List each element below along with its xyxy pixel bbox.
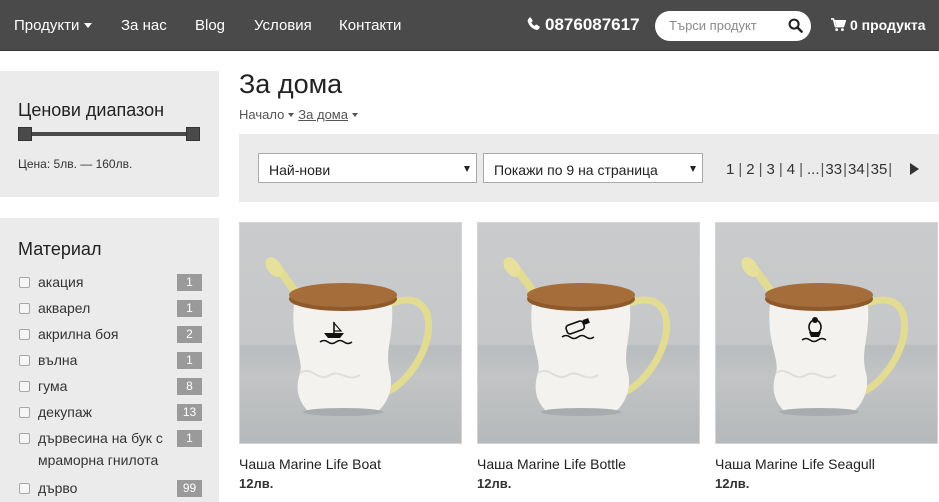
product-card[interactable]: Чаша Marine Life Seagull 12лв.: [715, 222, 938, 491]
cart-count-label: 0 продукта: [850, 17, 926, 33]
breadcrumb-current-label: За дома: [298, 107, 348, 122]
material-label: дървесина на бук с мраморна гнилота: [38, 430, 163, 468]
phone-link[interactable]: 0876087617: [526, 15, 640, 35]
material-label: акрилна боя: [38, 326, 119, 342]
material-checkbox[interactable]: [19, 433, 30, 444]
page-link[interactable]: 1: [726, 161, 734, 178]
cart-link[interactable]: 0 продукта: [831, 17, 926, 33]
material-label: вълна: [38, 352, 78, 368]
search-icon[interactable]: [788, 18, 803, 33]
material-item-watercolor[interactable]: акварел 1: [18, 300, 202, 317]
breadcrumb-home-label: Начало: [239, 107, 285, 122]
material-checkbox[interactable]: [19, 329, 30, 340]
material-checkbox[interactable]: [19, 355, 30, 366]
product-image[interactable]: [239, 222, 462, 444]
material-label: акварел: [38, 300, 91, 316]
listing-toolbar: Най-нови Покажи по 9 на страница 1 | 2 | 3 | 4…: [239, 134, 939, 202]
per-page-select-value: Покажи по 9 на страница: [494, 162, 658, 178]
product-price: 12лв.: [239, 476, 274, 491]
mug-photo-graphic: [265, 257, 432, 416]
product-price: 12лв.: [715, 476, 750, 491]
breadcrumb-current[interactable]: За дома: [298, 107, 362, 122]
nav-link-contacts[interactable]: Контакти: [339, 17, 401, 34]
sort-select[interactable]: Най-нови: [258, 153, 477, 183]
material-filter-panel: Материал акация 1 акварел 1 акрилна боя 2 в…: [0, 218, 219, 502]
material-item-decoupage[interactable]: декупаж 13: [18, 404, 202, 421]
material-item-acacia[interactable]: акация 1: [18, 274, 202, 291]
material-checkbox[interactable]: [19, 277, 30, 288]
page-link[interactable]: 35: [871, 161, 888, 178]
chevron-down-icon: [84, 22, 93, 28]
chevron-down-icon: [351, 112, 358, 117]
price-filter-panel: Ценови диапазон Цена: 5лв. — 160лв.: [0, 71, 219, 197]
page-title: За дома: [239, 69, 343, 99]
material-checkbox[interactable]: [19, 381, 30, 392]
material-list: акация 1 акварел 1 акрилна боя 2 вълна 1 гум…: [18, 274, 202, 502]
product-name[interactable]: Чаша Marine Life Bottle: [477, 456, 700, 472]
material-label: дърво: [38, 480, 78, 496]
material-count-badge: 8: [177, 378, 202, 395]
phone-icon: [527, 17, 540, 30]
nav-products-label: Продукти: [14, 17, 80, 34]
nav-link-about[interactable]: За нас: [121, 17, 167, 34]
material-label: акация: [38, 274, 84, 290]
dropdown-arrow-icon: [464, 166, 470, 172]
search-box: [655, 11, 811, 41]
material-count-badge: 2: [177, 326, 202, 343]
material-item-rubber[interactable]: гума 8: [18, 378, 202, 395]
material-item-acrylic[interactable]: акрилна боя 2: [18, 326, 202, 343]
material-label: гума: [38, 378, 68, 394]
price-slider-track[interactable]: [22, 132, 194, 136]
product-image[interactable]: [477, 222, 700, 444]
material-filter-title: Материал: [18, 239, 102, 259]
product-card[interactable]: Чаша Marine Life Boat 12лв.: [239, 222, 462, 491]
page-link[interactable]: 3: [767, 161, 775, 178]
material-label: декупаж: [38, 404, 92, 420]
material-count-badge: 1: [177, 352, 202, 369]
page-link[interactable]: 2: [746, 161, 754, 178]
page-link[interactable]: 4: [787, 161, 795, 178]
price-filter-title: Ценови диапазон: [18, 100, 165, 120]
sort-select-value: Най-нови: [269, 162, 331, 178]
search-input[interactable]: [669, 18, 784, 33]
dropdown-arrow-icon: [690, 166, 696, 172]
material-item-wood[interactable]: дърво 99: [18, 480, 202, 497]
material-count-badge: 1: [177, 430, 202, 447]
mug-photo-graphic: [741, 257, 908, 416]
material-checkbox[interactable]: [19, 483, 30, 494]
product-name[interactable]: Чаша Marine Life Seagull: [715, 456, 938, 472]
price-range-text: Цена: 5лв. — 160лв.: [18, 157, 133, 171]
material-item-spalted-beech[interactable]: дървесина на бук с мраморна гнилота 1: [18, 427, 202, 471]
material-checkbox[interactable]: [19, 407, 30, 418]
material-count-badge: 13: [177, 404, 202, 421]
page-link[interactable]: 34: [848, 161, 865, 178]
top-navbar: Продукти За нас Blog Условия Контакти 08…: [0, 0, 939, 51]
material-item-wool[interactable]: вълна 1: [18, 352, 202, 369]
cart-icon: [831, 18, 847, 32]
breadcrumb-home[interactable]: Начало: [239, 107, 298, 122]
material-checkbox[interactable]: [19, 303, 30, 314]
material-count-badge: 1: [177, 300, 202, 317]
price-slider-max-handle[interactable]: [186, 127, 200, 141]
product-image[interactable]: [715, 222, 938, 444]
product-name[interactable]: Чаша Marine Life Boat: [239, 456, 462, 472]
mug-photo-graphic: [503, 257, 670, 416]
product-price: 12лв.: [477, 476, 512, 491]
page-link[interactable]: 33: [825, 161, 842, 178]
per-page-select[interactable]: Покажи по 9 на страница: [483, 153, 703, 183]
nav-link-terms[interactable]: Условия: [254, 17, 312, 34]
phone-number: 0876087617: [545, 15, 640, 34]
price-slider-min-handle[interactable]: [18, 127, 32, 141]
page-ellipsis: ...: [807, 161, 820, 178]
chevron-down-icon: [288, 112, 295, 117]
next-page-arrow-icon[interactable]: [910, 163, 919, 175]
material-count-badge: 1: [177, 274, 202, 291]
breadcrumb: Начало За дома: [239, 107, 362, 122]
nav-link-blog[interactable]: Blog: [195, 17, 225, 34]
nav-products-dropdown[interactable]: Продукти: [14, 17, 93, 34]
material-count-badge: 99: [177, 480, 202, 497]
pagination: 1 | 2 | 3 | 4 | ...|33|34|35|: [726, 161, 893, 178]
product-card[interactable]: Чаша Marine Life Bottle 12лв.: [477, 222, 700, 491]
